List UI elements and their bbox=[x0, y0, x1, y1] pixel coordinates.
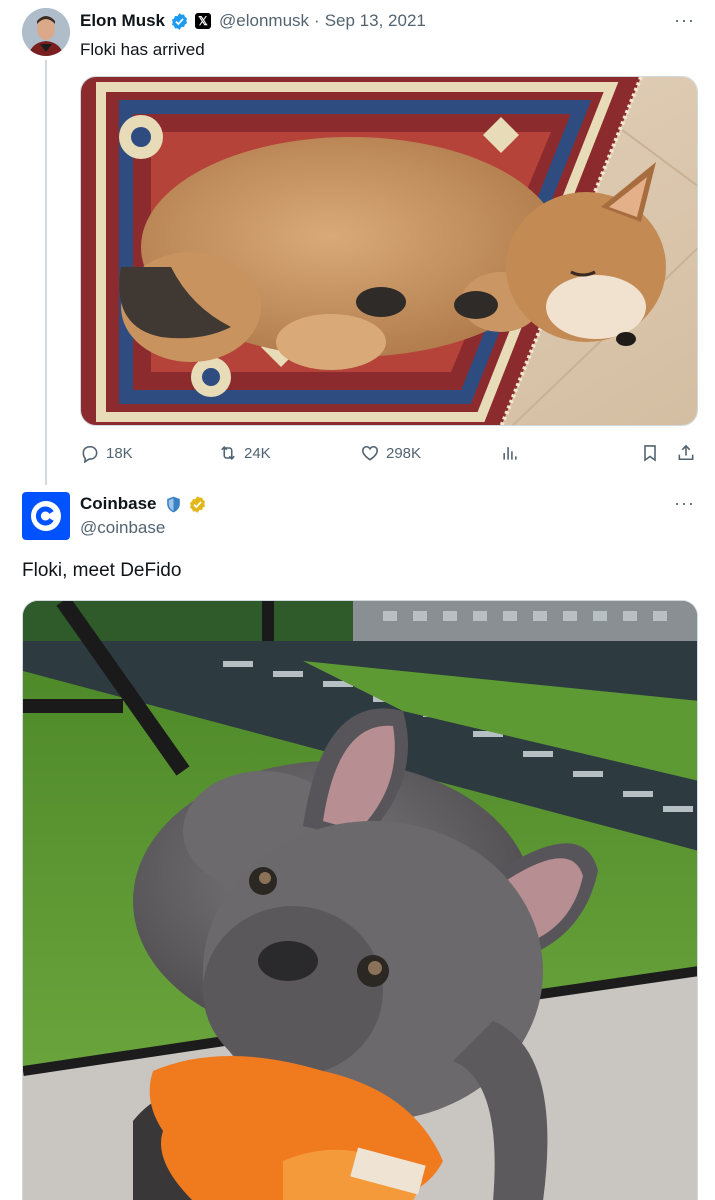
coinbase-logo-avatar[interactable] bbox=[22, 492, 70, 540]
verified-gold-badge-icon bbox=[189, 495, 205, 513]
tweet-header: Elon Musk 𝕏 @elonmusk · Sep 13, 2021 bbox=[80, 10, 426, 32]
tweet-text: Floki, meet DeFido bbox=[22, 560, 182, 581]
separator-dot: · bbox=[314, 11, 320, 30]
like-count: 298K bbox=[386, 444, 422, 462]
thread-line bbox=[45, 60, 47, 485]
more-options-icon[interactable]: ··· bbox=[674, 10, 695, 31]
tweet-coinbase: Coinbase @coinbase ··· Floki, meet DeFid… bbox=[0, 480, 715, 1200]
tweet-action-bar: 18K 24K 298K bbox=[80, 438, 700, 468]
bookmark-button[interactable] bbox=[640, 438, 660, 468]
x-affiliate-badge-icon: 𝕏 bbox=[195, 13, 212, 29]
retweet-button[interactable]: 24K bbox=[218, 438, 271, 468]
tweet-date[interactable]: Sep 13, 2021 bbox=[325, 11, 426, 31]
author-handle[interactable]: @elonmusk bbox=[219, 11, 309, 31]
avatar[interactable] bbox=[22, 8, 70, 56]
retweet-count: 24K bbox=[244, 444, 271, 462]
reply-button[interactable]: 18K bbox=[80, 438, 133, 468]
government-shield-icon bbox=[166, 496, 180, 512]
upload-share-icon bbox=[678, 444, 694, 461]
author-name[interactable]: Elon Musk bbox=[80, 11, 165, 31]
heart-icon bbox=[362, 445, 378, 461]
coinbase-c-icon bbox=[31, 501, 61, 531]
tweet-text: Floki has arrived bbox=[80, 40, 205, 59]
tweet-photo-french-bulldog[interactable] bbox=[22, 600, 698, 1200]
more-options-icon[interactable]: ··· bbox=[674, 493, 695, 514]
share-button[interactable] bbox=[676, 438, 696, 468]
author-handle[interactable]: @coinbase bbox=[80, 518, 165, 538]
tweet-elon: Elon Musk 𝕏 @elonmusk · Sep 13, 2021 ···… bbox=[0, 0, 715, 485]
tweet-header: Coinbase bbox=[80, 493, 207, 515]
author-name[interactable]: Coinbase bbox=[80, 494, 157, 514]
tweet-photo-sleeping-puppy[interactable] bbox=[80, 76, 698, 426]
verified-badge-icon bbox=[171, 12, 188, 30]
reply-count: 18K bbox=[106, 444, 133, 462]
speech-bubble-icon bbox=[82, 445, 98, 463]
bookmark-icon bbox=[644, 445, 656, 462]
retweet-arrows-icon bbox=[221, 446, 235, 460]
views-button[interactable] bbox=[500, 438, 520, 468]
bar-chart-icon bbox=[503, 447, 517, 460]
like-button[interactable]: 298K bbox=[360, 438, 421, 468]
